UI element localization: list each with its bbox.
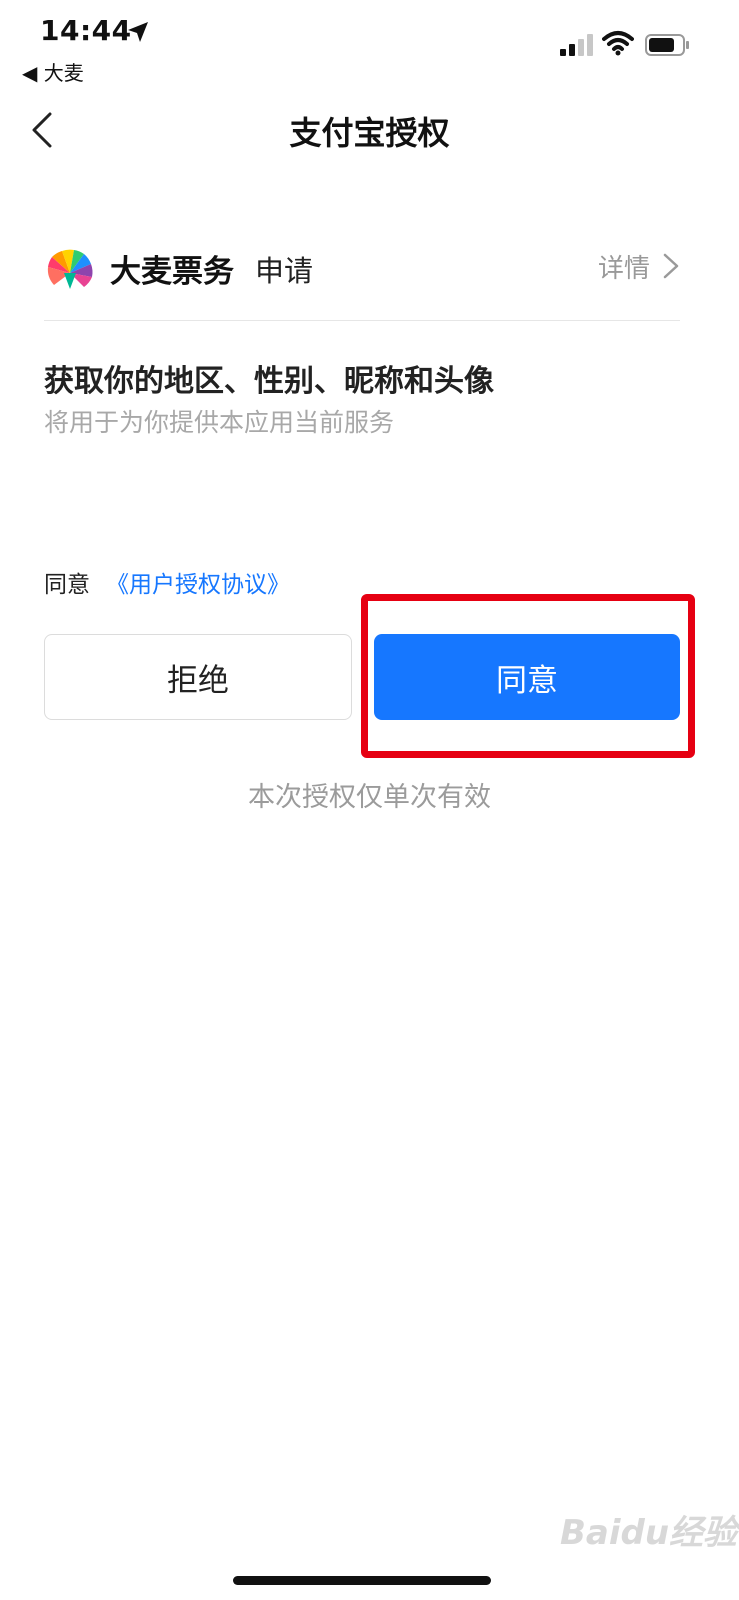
home-indicator[interactable] bbox=[233, 1576, 491, 1585]
location-arrow-icon bbox=[128, 22, 148, 42]
back-to-app-link[interactable]: ◀ 大麦 bbox=[22, 57, 84, 86]
agreement-prefix: 同意 bbox=[44, 572, 90, 598]
app-name: 大麦票务 bbox=[110, 254, 234, 290]
wifi-icon bbox=[602, 31, 634, 56]
detail-link[interactable]: 详情 bbox=[598, 248, 650, 285]
cellular-signal-icon bbox=[560, 34, 593, 56]
request-label: 申请 bbox=[255, 254, 314, 288]
permission-subtitle: 将用于为你提供本应用当前服务 bbox=[44, 408, 395, 437]
highlight-box bbox=[361, 594, 695, 758]
status-time: 14:44 bbox=[40, 14, 132, 47]
divider bbox=[44, 320, 680, 321]
watermark: Baidu经验 bbox=[560, 1513, 738, 1553]
authorization-note: 本次授权仅单次有效 bbox=[248, 782, 491, 813]
reject-button[interactable]: 拒绝 bbox=[44, 634, 352, 720]
page-title: 支付宝授权 bbox=[289, 114, 450, 152]
permission-title: 获取你的地区、性别、昵称和头像 bbox=[44, 364, 494, 399]
battery-icon bbox=[645, 34, 689, 56]
user-agreement-link[interactable]: 《用户授权协议》 bbox=[106, 565, 290, 599]
damai-logo-icon bbox=[47, 249, 93, 289]
chevron-right-icon[interactable] bbox=[660, 252, 682, 280]
